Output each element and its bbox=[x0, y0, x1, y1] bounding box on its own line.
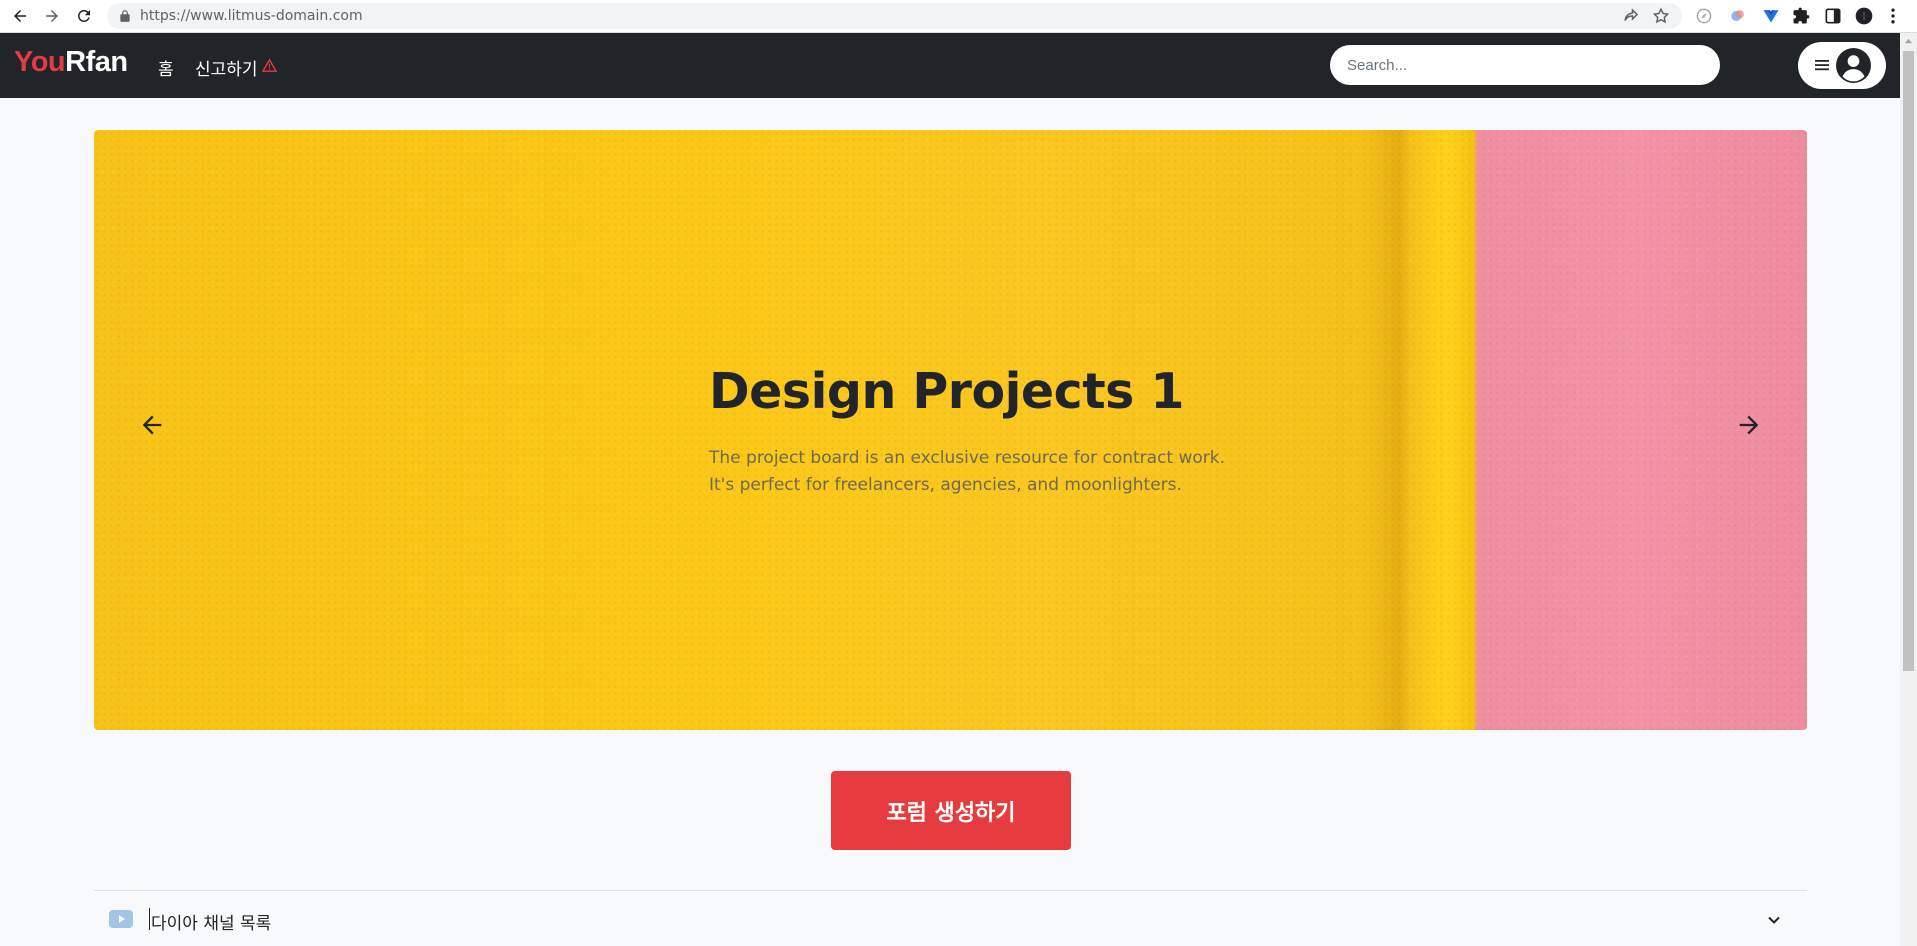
user-menu-button[interactable] bbox=[1798, 42, 1886, 89]
page-scrollbar[interactable] bbox=[1900, 33, 1917, 946]
star-icon[interactable] bbox=[1652, 7, 1670, 25]
create-forum-button[interactable]: 포럼 생성하기 bbox=[831, 771, 1071, 850]
vue-extension-icon[interactable] bbox=[1761, 6, 1781, 26]
carousel-next-button[interactable] bbox=[1734, 410, 1764, 440]
lock-icon[interactable] bbox=[118, 9, 132, 23]
scroll-up-icon[interactable] bbox=[1904, 37, 1913, 46]
chevron-down-icon[interactable] bbox=[1767, 913, 1781, 927]
brand-logo-part2[interactable]: Rfan bbox=[65, 46, 128, 78]
color-extension-icon[interactable] bbox=[1728, 6, 1748, 26]
browser-toolbar: https://www.litmus-domain.com bbox=[0, 0, 1917, 33]
nav-link-report[interactable]: 신고하기 bbox=[195, 55, 258, 80]
profile-avatar-icon[interactable] bbox=[1854, 6, 1874, 26]
side-panel-icon[interactable] bbox=[1823, 6, 1843, 26]
share-icon[interactable] bbox=[1622, 7, 1640, 25]
carousel-prev-button[interactable] bbox=[137, 410, 167, 440]
brand-logo-part1[interactable]: You bbox=[14, 46, 66, 78]
kebab-menu-icon[interactable] bbox=[1883, 6, 1903, 26]
reload-icon[interactable] bbox=[73, 5, 95, 27]
slide-title: Design Projects 1 bbox=[709, 363, 1184, 420]
forward-icon[interactable] bbox=[41, 5, 63, 27]
carousel-background-image bbox=[94, 130, 1807, 730]
youtube-icon bbox=[109, 910, 133, 928]
site-navbar: YouRfan 홈 신고하기 bbox=[0, 33, 1900, 98]
warning-icon bbox=[262, 58, 277, 72]
puzzle-extension-icon[interactable] bbox=[1791, 6, 1811, 26]
address-bar[interactable]: https://www.litmus-domain.com bbox=[107, 3, 1682, 29]
diamond-channel-accordion[interactable]: 다이아 채널 목록 bbox=[94, 890, 1807, 946]
user-avatar-icon bbox=[1836, 48, 1871, 83]
text-cursor bbox=[149, 908, 150, 930]
accordion-label: 다이아 채널 목록 bbox=[151, 914, 272, 934]
url-text[interactable]: https://www.litmus-domain.com bbox=[140, 8, 363, 24]
search-input[interactable] bbox=[1330, 45, 1720, 85]
nav-link-home[interactable]: 홈 bbox=[158, 55, 174, 80]
back-icon[interactable] bbox=[9, 5, 31, 27]
hamburger-icon bbox=[1815, 60, 1829, 71]
arrow-left-icon bbox=[142, 415, 162, 435]
scroll-thumb[interactable] bbox=[1903, 51, 1914, 671]
compass-extension-icon[interactable] bbox=[1694, 6, 1714, 26]
brand-logo[interactable]: YouRfan bbox=[14, 46, 128, 79]
hero-carousel: Design Projects 1 The project board is a… bbox=[94, 130, 1807, 730]
slide-description: The project board is an exclusive resour… bbox=[709, 448, 1226, 495]
arrow-right-icon bbox=[1739, 415, 1759, 435]
